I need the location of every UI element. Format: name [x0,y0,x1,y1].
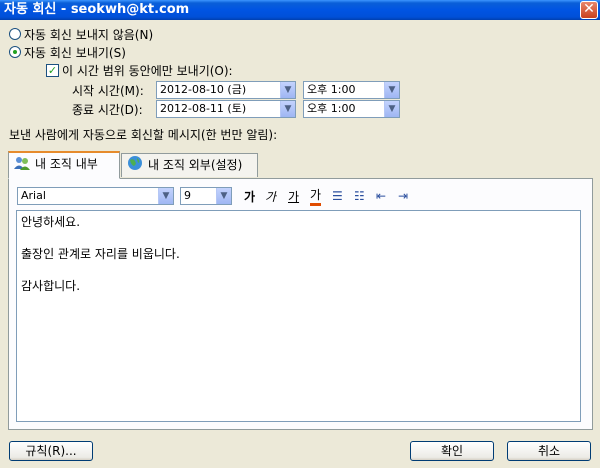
send-reply-radio[interactable] [9,46,21,58]
time-range-checkbox[interactable]: ✓ [46,64,59,77]
start-time-label: 시작 시간(M): [72,84,144,98]
font-size-value: 9 [184,189,191,202]
close-button[interactable]: ✕ [580,1,598,19]
people-icon [13,155,31,170]
start-time-value: 오후 1:00 [307,83,356,96]
end-time-select[interactable]: 오후 1:00 ▼ [303,100,400,118]
start-time-select[interactable]: 오후 1:00 ▼ [303,81,400,99]
rules-button[interactable]: 규칙(R)... [9,441,93,461]
no-reply-label: 자동 회신 보내지 않음(N) [24,28,154,42]
title-bar: 자동 회신 - seokwh@kt.com ✕ [0,0,600,20]
chevron-down-icon[interactable]: ▼ [280,101,295,117]
window-title: 자동 회신 - seokwh@kt.com [4,2,190,17]
ok-button[interactable]: 확인 [410,441,494,461]
numbering-icon[interactable]: ☷ [354,189,365,203]
auto-reply-dialog: 자동 회신 - seokwh@kt.com ✕ 자동 회신 보내지 않음(N) … [0,0,600,468]
tab-inside-org-label: 내 조직 내부 [35,157,98,171]
editor-line: 안녕하세요. [21,215,81,229]
font-value: Arial [21,189,46,202]
font-color-button[interactable]: 가 [310,188,322,206]
increase-indent-icon[interactable]: ⇥ [398,189,408,203]
message-editor[interactable]: 안녕하세요. 출장인 관계로 자리를 비웁니다. 감사합니다. [16,210,581,422]
start-date-select[interactable]: 2012-08-10 (금) ▼ [156,81,296,99]
chevron-down-icon[interactable]: ▼ [384,82,399,98]
decrease-indent-icon[interactable]: ⇤ [376,189,386,203]
close-icon: ✕ [583,1,595,17]
bullets-icon[interactable]: ☰ [332,189,343,203]
globe-icon [126,155,144,170]
tab-inside-org[interactable]: 내 조직 내부 [8,151,120,179]
time-range-label: 이 시간 범위 동안에만 보내기(O): [62,64,233,78]
font-size-select[interactable]: 9 ▼ [180,187,232,205]
chevron-down-icon[interactable]: ▼ [384,101,399,117]
tab-outside-org[interactable]: 내 조직 외부(설정) [121,153,258,177]
send-reply-label: 자동 회신 보내기(S) [24,46,126,60]
chevron-down-icon[interactable]: ▼ [216,188,231,204]
chevron-down-icon[interactable]: ▼ [280,82,295,98]
cancel-button[interactable]: 취소 [507,441,591,461]
end-date-value: 2012-08-11 (토) [160,102,247,115]
underline-button[interactable]: 가 [288,190,299,204]
no-reply-radio[interactable] [9,28,21,40]
editor-line: 감사합니다. [21,279,81,293]
font-select[interactable]: Arial ▼ [17,187,174,205]
end-time-label: 종료 시간(D): [72,103,143,117]
message-label: 보낸 사람에게 자동으로 회신할 메시지(한 번만 알림): [9,128,278,142]
tab-outside-org-label: 내 조직 외부(설정) [148,158,243,172]
chevron-down-icon[interactable]: ▼ [158,188,173,204]
start-date-value: 2012-08-10 (금) [160,83,247,96]
editor-line: 출장인 관계로 자리를 비웁니다. [21,247,180,261]
bold-button[interactable]: 가 [244,190,255,204]
end-time-value: 오후 1:00 [307,102,356,115]
end-date-select[interactable]: 2012-08-11 (토) ▼ [156,100,296,118]
italic-button[interactable]: 가 [265,190,276,204]
